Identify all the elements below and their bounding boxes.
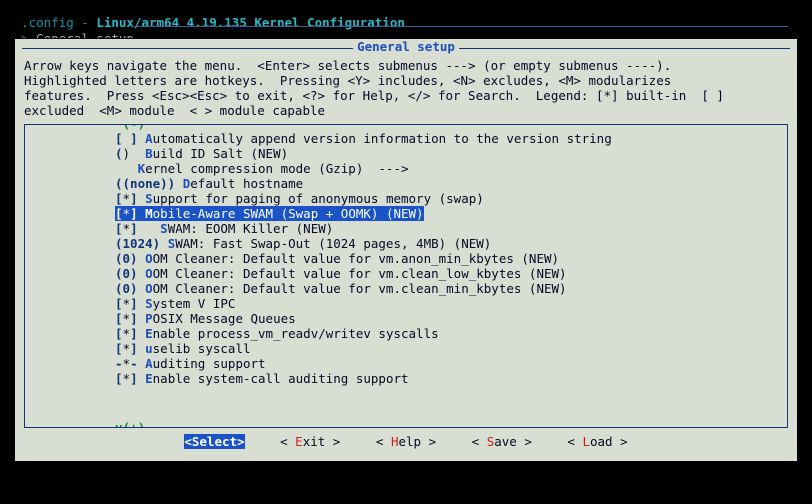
exit-button[interactable]: < Exit >	[280, 434, 340, 449]
menu-item[interactable]: -*- Auditing support	[115, 356, 777, 371]
menu-item[interactable]: [*] Enable system-call auditing support	[115, 371, 777, 386]
menu-item[interactable]: (0) OOM Cleaner: Default value for vm.cl…	[115, 266, 777, 281]
save-button[interactable]: < Save >	[472, 434, 532, 449]
menu-item[interactable]: [*] POSIX Message Queues	[115, 311, 777, 326]
menu-item[interactable]: ((none)) Default hostname	[115, 176, 777, 191]
menu-item[interactable]: [*] Support for paging of anonymous memo…	[115, 191, 777, 206]
menu-listbox[interactable]: ^(-) [ ] Automatically append version in…	[24, 124, 788, 428]
load-button[interactable]: < Load >	[567, 434, 627, 449]
menu-item[interactable]: [*] Enable process_vm_readv/writev sysca…	[115, 326, 777, 341]
scroll-down-icon[interactable]: v(+)	[115, 420, 145, 428]
config-file-label: .config	[21, 15, 74, 30]
menu-item[interactable]: () Build ID Salt (NEW)	[115, 146, 777, 161]
menu-item[interactable]: (0) OOM Cleaner: Default value for vm.an…	[115, 251, 777, 266]
select-button[interactable]: <Select>	[184, 434, 244, 449]
titlebar: .config - Linux/arm64 4.19.135 Kernel Co…	[0, 0, 812, 16]
scroll-up-icon[interactable]: ^(-)	[115, 124, 145, 131]
menu-item[interactable]: Kernel compression mode (Gzip) --->	[115, 161, 777, 176]
menu-item[interactable]: [ ] Automatically append version informa…	[115, 131, 777, 146]
help-button[interactable]: < Help >	[376, 434, 436, 449]
menu-item[interactable]: [*] uselib syscall	[115, 341, 777, 356]
kernel-version: Linux/arm64 4.19.135 Kernel Configuratio…	[96, 15, 405, 30]
dialog-title: General setup	[353, 39, 459, 54]
help-text: Arrow keys navigate the menu. <Enter> se…	[22, 56, 790, 122]
dialog-window: General setup Arrow keys navigate the me…	[14, 38, 798, 462]
menu-item[interactable]: [*] SWAM: EOOM Killer (NEW)	[115, 221, 777, 236]
menu-item[interactable]: [*] System V IPC	[115, 296, 777, 311]
button-bar: <Select> < Exit > < Help > < Save > < Lo…	[22, 432, 790, 451]
menu-item[interactable]: (1024) SWAM: Fast Swap-Out (1024 pages, …	[115, 236, 777, 251]
menu-item[interactable]: [*] Mobile-Aware SWAM (Swap + OOMK) (NEW…	[115, 206, 424, 221]
menu-item[interactable]: (0) OOM Cleaner: Default value for vm.cl…	[115, 281, 777, 296]
